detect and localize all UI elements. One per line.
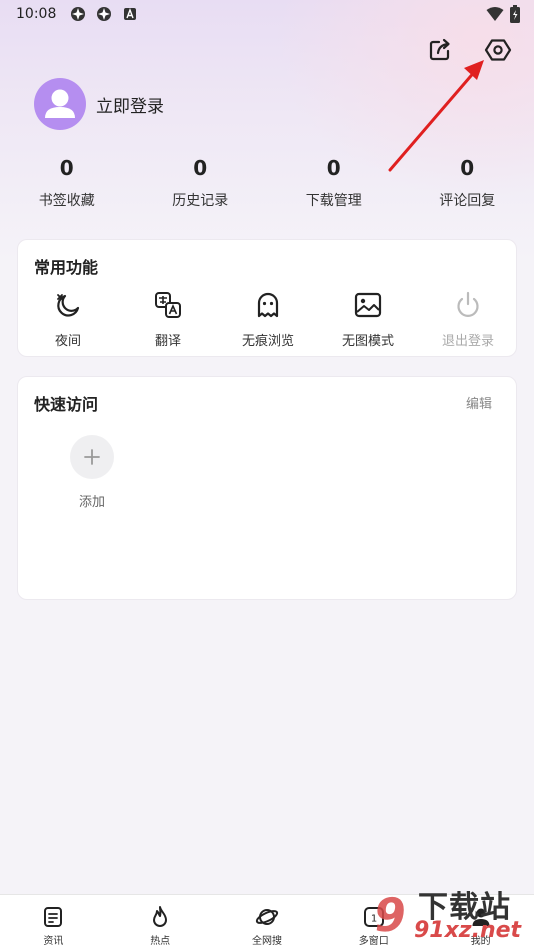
- function-incognito[interactable]: 无痕浏览: [218, 290, 318, 349]
- login-link[interactable]: 立即登录: [96, 92, 164, 117]
- plus-icon: [84, 449, 100, 465]
- stat-downloads[interactable]: 0 下载管理: [267, 156, 401, 210]
- stat-value: 0: [326, 156, 341, 180]
- function-label: 无图模式: [341, 334, 394, 349]
- edit-button[interactable]: 编辑: [466, 393, 492, 412]
- planet-icon: [255, 909, 279, 925]
- status-bar: 10:08: [0, 0, 534, 28]
- app-notification-icon: [71, 7, 86, 21]
- no-image-icon: [354, 292, 382, 318]
- bottom-nav: 资讯 热点 全网搜 1 多窗口 我的: [0, 894, 534, 950]
- nav-label: 热点: [150, 936, 171, 947]
- function-no-image[interactable]: 无图模式: [318, 290, 418, 349]
- nav-windows[interactable]: 1 多窗口: [320, 895, 427, 950]
- stat-comments[interactable]: 0 评论回复: [401, 156, 534, 210]
- function-translate[interactable]: 翻译: [118, 290, 218, 349]
- battery-icon: [510, 5, 520, 23]
- function-label: 翻译: [154, 334, 181, 349]
- nav-news[interactable]: 资讯: [0, 895, 107, 950]
- a-badge-icon: [124, 8, 137, 20]
- user-avatar-icon: [45, 89, 75, 118]
- stat-value: 0: [59, 156, 74, 180]
- wifi-icon: [486, 7, 504, 21]
- card-title: 常用功能: [34, 258, 99, 277]
- quick-access-card: 快速访问 编辑 添加: [17, 376, 517, 600]
- windows-icon: 1: [363, 907, 384, 927]
- stat-label: 历史记录: [172, 193, 229, 209]
- moon-icon: [57, 294, 80, 317]
- function-logout[interactable]: 退出登录: [418, 290, 518, 349]
- person-icon: [472, 908, 490, 926]
- function-label: 无痕浏览: [241, 334, 294, 349]
- ghost-icon: [257, 292, 279, 318]
- common-functions-card: 常用功能 夜间 翻译 无痕浏览 无图模式 退出登录: [17, 239, 517, 357]
- news-icon: [44, 907, 63, 927]
- avatar[interactable]: [34, 78, 86, 130]
- flame-icon: [153, 906, 168, 927]
- window-count-badge: 1: [371, 914, 377, 925]
- login-row[interactable]: 立即登录: [34, 78, 164, 130]
- power-icon: [457, 291, 479, 317]
- stat-label: 评论回复: [439, 193, 496, 209]
- stat-history[interactable]: 0 历史记录: [134, 156, 268, 210]
- function-night-mode[interactable]: 夜间: [18, 290, 118, 349]
- nav-hot[interactable]: 热点: [107, 895, 214, 950]
- nav-label: 全网搜: [251, 936, 282, 947]
- stat-value: 0: [193, 156, 208, 180]
- nav-label: 资讯: [43, 936, 64, 947]
- stat-bookmarks[interactable]: 0 书签收藏: [0, 156, 134, 210]
- stats-row: 0 书签收藏 0 历史记录 0 下载管理 0 评论回复: [0, 156, 534, 210]
- function-label: 退出登录: [441, 334, 494, 349]
- app-notification-icon: [97, 7, 112, 21]
- status-time: 10:08: [16, 6, 57, 22]
- stat-label: 书签收藏: [38, 193, 95, 209]
- add-shortcut[interactable]: 添加: [68, 435, 116, 510]
- stat-value: 0: [460, 156, 475, 180]
- nav-label: 多窗口: [358, 936, 389, 947]
- add-label: 添加: [78, 495, 105, 510]
- nav-search[interactable]: 全网搜: [214, 895, 321, 950]
- translate-icon: [155, 292, 181, 318]
- stat-label: 下载管理: [305, 193, 362, 209]
- card-title: 快速访问: [34, 395, 99, 414]
- add-button[interactable]: [70, 435, 114, 479]
- function-row: 夜间 翻译 无痕浏览 无图模式 退出登录: [18, 290, 518, 349]
- nav-profile[interactable]: 我的: [427, 895, 534, 950]
- nav-label: 我的: [470, 936, 491, 947]
- function-label: 夜间: [54, 334, 81, 349]
